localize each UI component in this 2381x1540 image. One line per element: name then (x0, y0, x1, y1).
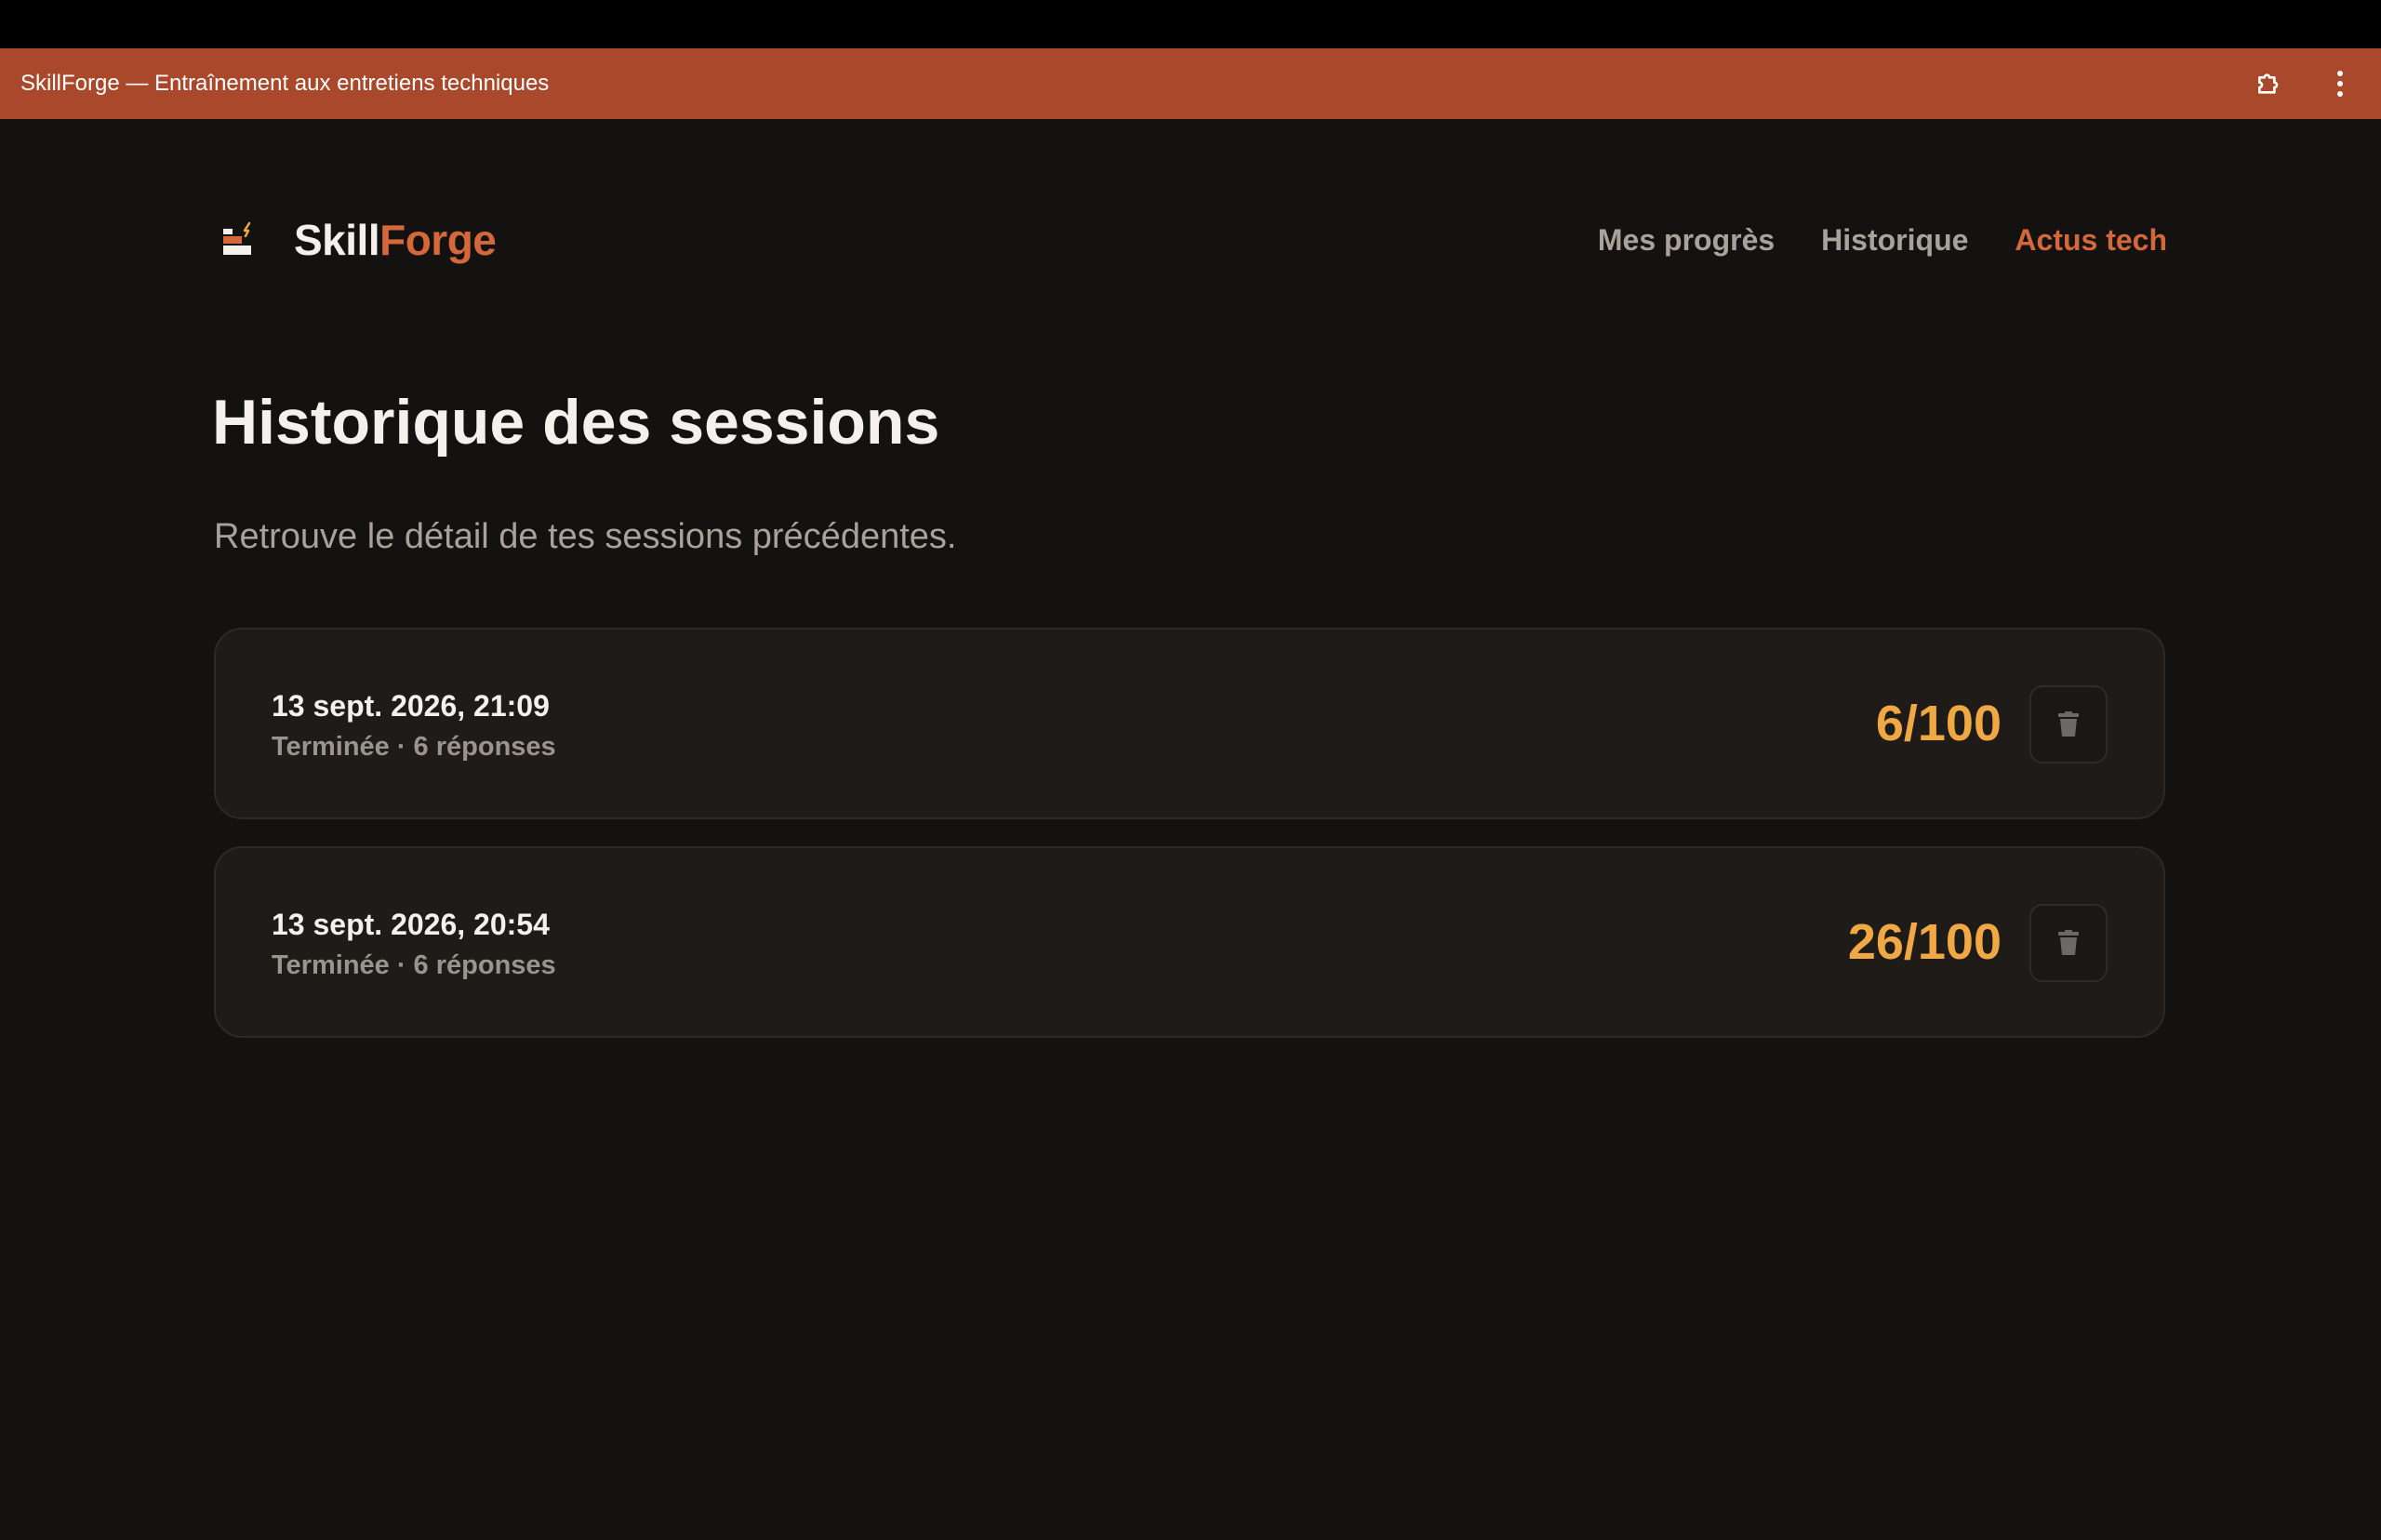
page-title: Historique des sessions (212, 387, 940, 458)
screen-top-bar (0, 0, 2381, 48)
session-meta: Terminée · 6 réponses (272, 732, 556, 762)
window-title: SkillForge — Entraînement aux entretiens… (20, 71, 550, 96)
session-date: 13 sept. 2026, 20:54 (272, 908, 550, 941)
session-score: 6/100 (1875, 696, 2002, 751)
page-subtitle: Retrouve le détail de tes sessions précé… (214, 517, 957, 556)
nav-link-history[interactable]: Historique (1821, 223, 1968, 258)
app-titlebar: SkillForge — Entraînement aux entretiens… (0, 48, 2381, 119)
session-score: 26/100 (1847, 914, 2002, 970)
session-card[interactable]: 13 sept. 2026, 21:09 Terminée · 6 répons… (214, 628, 2165, 819)
trash-icon (2058, 711, 2079, 737)
more-vertical-icon[interactable] (2320, 63, 2361, 104)
app-body: SkillForge Mes progrès Historique Actus … (0, 119, 2381, 1540)
logo[interactable]: SkillForge (214, 215, 497, 265)
brand-name-forge: Forge (379, 216, 497, 264)
brand-name: SkillForge (294, 215, 497, 265)
main-nav: Mes progrès Historique Actus tech (1598, 223, 2167, 258)
session-card[interactable]: 13 sept. 2026, 20:54 Terminée · 6 répons… (214, 846, 2165, 1038)
trash-icon (2058, 930, 2079, 955)
delete-session-button[interactable] (2029, 904, 2108, 982)
nav-link-progress[interactable]: Mes progrès (1598, 223, 1775, 258)
extensions-icon[interactable] (2249, 63, 2290, 104)
site-header: SkillForge Mes progrès Historique Actus … (214, 212, 2167, 268)
brand-name-skill: Skill (294, 216, 380, 264)
forge-logo-icon (223, 221, 251, 255)
delete-session-button[interactable] (2029, 685, 2108, 763)
session-date: 13 sept. 2026, 21:09 (272, 689, 550, 723)
nav-link-tech-news[interactable]: Actus tech (2015, 223, 2167, 258)
session-meta: Terminée · 6 réponses (272, 950, 556, 980)
